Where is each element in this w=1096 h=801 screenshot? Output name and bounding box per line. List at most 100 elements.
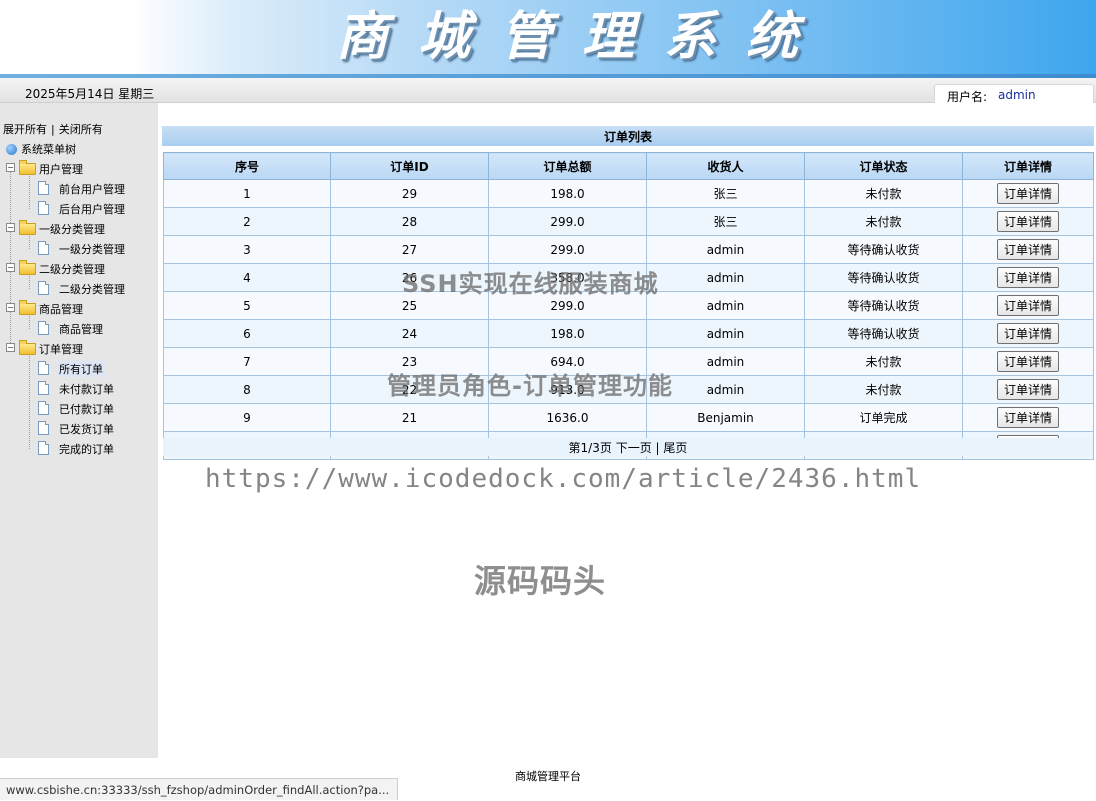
user-box: 用户名: admin <box>934 84 1094 104</box>
cell-order-id: 21 <box>330 403 489 432</box>
cell-index: 5 <box>163 291 331 320</box>
collapse-toggle-icon[interactable]: − <box>6 343 15 352</box>
order-detail-button[interactable]: 订单详情 <box>996 267 1059 288</box>
computer-icon <box>6 144 17 155</box>
tree-root[interactable]: 系统菜单树 <box>6 141 76 157</box>
cell-receiver: 张三 <box>646 179 805 208</box>
cell-index: 1 <box>163 179 331 208</box>
page-icon <box>38 401 49 415</box>
table-row: 3 27 299.0 admin 等待确认收货 订单详情 <box>163 235 1094 264</box>
cell-total: 299.0 <box>488 235 647 264</box>
watermark-brand: 源码码头 <box>474 562 607 600</box>
page-icon <box>38 181 49 195</box>
table-row: 6 24 198.0 admin 等待确认收货 订单详情 <box>163 319 1094 348</box>
order-detail-button[interactable]: 订单详情 <box>996 183 1059 204</box>
column-header-receiver: 收货人 <box>646 152 805 180</box>
cell-detail: 订单详情 <box>962 319 1094 348</box>
page-icon <box>38 241 49 255</box>
tree-group-label: 用户管理 <box>39 163 83 176</box>
cell-receiver: admin <box>646 263 805 292</box>
cell-index: 6 <box>163 319 331 348</box>
order-detail-button[interactable]: 订单详情 <box>996 211 1059 232</box>
tree-group-label: 二级分类管理 <box>39 263 105 276</box>
page-icon <box>38 281 49 295</box>
page-icon <box>38 361 49 375</box>
cell-order-id: 24 <box>330 319 489 348</box>
tree-item-label: 未付款订单 <box>59 383 114 396</box>
cell-status: 等待确认收货 <box>804 319 963 348</box>
folder-open-icon <box>19 340 36 355</box>
tree-group-label: 订单管理 <box>39 343 83 356</box>
page-icon <box>38 441 49 455</box>
current-date: 2025年5月14日 星期三 <box>25 87 155 101</box>
tree-item-label: 所有订单 <box>57 361 105 377</box>
tree-item-label: 二级分类管理 <box>59 283 125 296</box>
cell-status: 订单完成 <box>804 403 963 432</box>
tree-connector <box>29 316 30 329</box>
order-table: 序号 订单ID 订单总额 收货人 订单状态 订单详情 1 29 198.0 张三 未付款… <box>163 152 1094 460</box>
browser-status-url: www.csbishe.cn:33333/ssh_fzshop/adminOrd… <box>0 778 399 800</box>
tree-group-label: 商品管理 <box>39 303 83 316</box>
cell-detail: 订单详情 <box>962 263 1094 292</box>
tree-connector <box>29 356 30 449</box>
collapse-toggle-icon[interactable]: − <box>6 303 15 312</box>
tree-connector <box>29 176 30 209</box>
tree-root-label: 系统菜单树 <box>21 143 76 156</box>
collapse-toggle-icon[interactable]: − <box>6 263 15 272</box>
cell-detail: 订单详情 <box>962 207 1094 236</box>
column-header-total: 订单总额 <box>488 152 647 180</box>
next-page-link[interactable]: 下一页 <box>616 441 652 455</box>
tree-item-label: 商品管理 <box>59 323 103 336</box>
collapse-all-link[interactable]: 关闭所有 <box>59 123 103 136</box>
tree-toggle-bar: 展开所有 | 关闭所有 <box>3 121 103 137</box>
cell-order-id: 27 <box>330 235 489 264</box>
username-value: admin <box>998 88 1036 102</box>
cell-status: 等待确认收货 <box>804 235 963 264</box>
cell-status: 等待确认收货 <box>804 291 963 320</box>
collapse-toggle-icon[interactable]: − <box>6 223 15 232</box>
cell-receiver: admin <box>646 319 805 348</box>
cell-status: 未付款 <box>804 347 963 376</box>
order-detail-button[interactable]: 订单详情 <box>996 351 1059 372</box>
cell-total: 299.0 <box>488 207 647 236</box>
page-icon <box>38 321 49 335</box>
cell-index: 4 <box>163 263 331 292</box>
pagination: 第1/3页 下一页 | 尾页 <box>163 438 1093 456</box>
tree-item-label: 已付款订单 <box>59 403 114 416</box>
order-detail-button[interactable]: 订单详情 <box>996 239 1059 260</box>
order-detail-button[interactable]: 订单详情 <box>996 379 1059 400</box>
table-header-row: 序号 订单ID 订单总额 收货人 订单状态 订单详情 <box>163 152 1094 180</box>
toggle-separator: | <box>51 123 55 136</box>
tree-connector <box>29 236 30 249</box>
cell-detail: 订单详情 <box>962 403 1094 432</box>
cell-receiver: 张三 <box>646 207 805 236</box>
cell-receiver: admin <box>646 235 805 264</box>
cell-detail: 订单详情 <box>962 375 1094 404</box>
cell-total: 198.0 <box>488 319 647 348</box>
last-page-link[interactable]: 尾页 <box>663 441 687 455</box>
username-label: 用户名: <box>947 90 988 104</box>
info-bar: 2025年5月14日 星期三 用户名: admin <box>0 78 1096 104</box>
order-detail-button[interactable]: 订单详情 <box>996 323 1059 344</box>
tree-connector <box>29 276 30 289</box>
pager-separator: | <box>655 441 660 455</box>
folder-open-icon <box>19 220 36 235</box>
order-detail-button[interactable]: 订单详情 <box>996 295 1059 316</box>
expand-all-link[interactable]: 展开所有 <box>3 123 47 136</box>
cell-status: 未付款 <box>804 207 963 236</box>
cell-index: 2 <box>163 207 331 236</box>
cell-order-id: 29 <box>330 179 489 208</box>
order-detail-button[interactable]: 订单详情 <box>996 407 1059 428</box>
folder-open-icon <box>19 160 36 175</box>
page-info: 第1/3页 <box>568 441 612 455</box>
collapse-toggle-icon[interactable]: − <box>6 163 15 172</box>
column-header-status: 订单状态 <box>804 152 963 180</box>
cell-index: 3 <box>163 235 331 264</box>
system-title: 商城管理系统 <box>336 6 829 67</box>
cell-status: 未付款 <box>804 375 963 404</box>
page-icon <box>38 421 49 435</box>
header-banner: 商城管理系统 <box>0 0 1096 74</box>
tree-connector <box>10 163 11 343</box>
page-icon <box>38 381 49 395</box>
tree-group-label: 一级分类管理 <box>39 223 105 236</box>
